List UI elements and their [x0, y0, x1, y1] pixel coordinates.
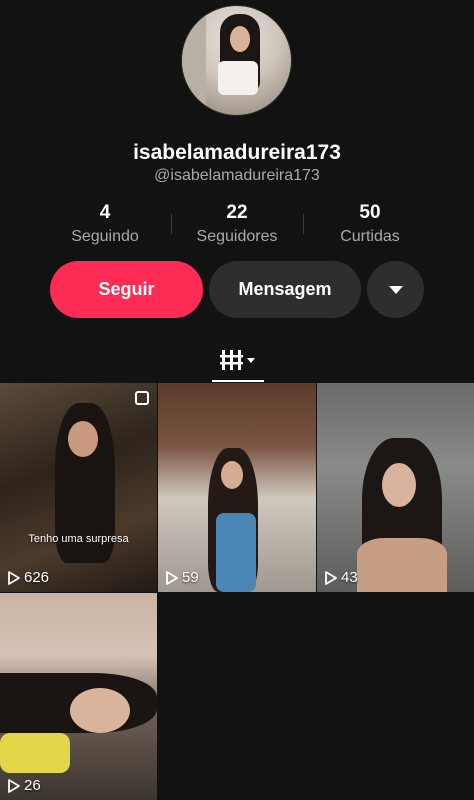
- view-count-value: 59: [182, 569, 199, 586]
- view-count: 26: [8, 777, 41, 794]
- more-options-button[interactable]: [367, 261, 424, 318]
- thumbnail-top: [0, 733, 70, 773]
- view-count-value: 26: [24, 777, 41, 794]
- thumbnail-face: [221, 461, 243, 489]
- stat-following-label: Seguindo: [71, 228, 139, 245]
- thumbnail-face: [382, 463, 416, 507]
- stat-followers[interactable]: 22 Seguidores: [172, 202, 302, 246]
- play-icon: [8, 570, 20, 585]
- play-icon: [325, 570, 337, 585]
- thumbnail-shoulders: [357, 538, 447, 592]
- content-tab-bar: [0, 338, 474, 383]
- video-thumbnail[interactable]: Tenho uma surpresa 626: [0, 383, 157, 592]
- video-grid-icon: [220, 350, 255, 370]
- stat-followers-label: Seguidores: [196, 228, 278, 245]
- profile-avatar[interactable]: [181, 5, 292, 116]
- stat-divider: [303, 214, 304, 234]
- stat-likes-value: 50: [359, 202, 381, 223]
- view-count: 43: [325, 569, 358, 586]
- play-icon: [166, 570, 178, 585]
- stat-likes[interactable]: 50 Curtidas: [305, 202, 435, 246]
- video-thumbnail[interactable]: 43: [317, 383, 474, 592]
- video-caption: Tenho uma surpresa: [28, 533, 129, 545]
- avatar-clothing: [218, 61, 258, 95]
- view-count: 626: [8, 569, 49, 586]
- view-count: 59: [166, 569, 199, 586]
- profile-username: isabelamadureira173: [133, 141, 341, 164]
- stat-followers-value: 22: [226, 202, 248, 223]
- video-thumbnail[interactable]: 59: [158, 383, 316, 592]
- video-grid: Tenho uma surpresa 626 59 43 26: [0, 383, 474, 800]
- view-count-value: 626: [24, 569, 50, 586]
- avatar-face: [230, 26, 250, 52]
- follow-button[interactable]: Seguir: [50, 261, 203, 318]
- thumbnail-face: [68, 421, 98, 457]
- avatar-background: [182, 6, 206, 115]
- tab-active-indicator: [212, 380, 264, 382]
- stat-following[interactable]: 4 Seguindo: [40, 202, 170, 246]
- thumbnail-face: [70, 688, 130, 733]
- play-icon: [8, 778, 20, 793]
- view-count-value: 43: [341, 569, 358, 586]
- message-button[interactable]: Mensagem: [209, 261, 361, 318]
- profile-handle: @isabelamadureira173: [154, 167, 320, 184]
- tab-videos[interactable]: [212, 342, 266, 378]
- multi-photo-icon: [135, 391, 149, 405]
- chevron-down-icon: [388, 285, 403, 294]
- video-thumbnail[interactable]: 26: [0, 593, 157, 800]
- thumbnail-dress: [216, 513, 256, 592]
- stat-following-value: 4: [99, 202, 111, 223]
- profile-stats: 4 Seguindo 22 Seguidores 50 Curtidas: [0, 202, 474, 252]
- stat-likes-label: Curtidas: [340, 228, 400, 245]
